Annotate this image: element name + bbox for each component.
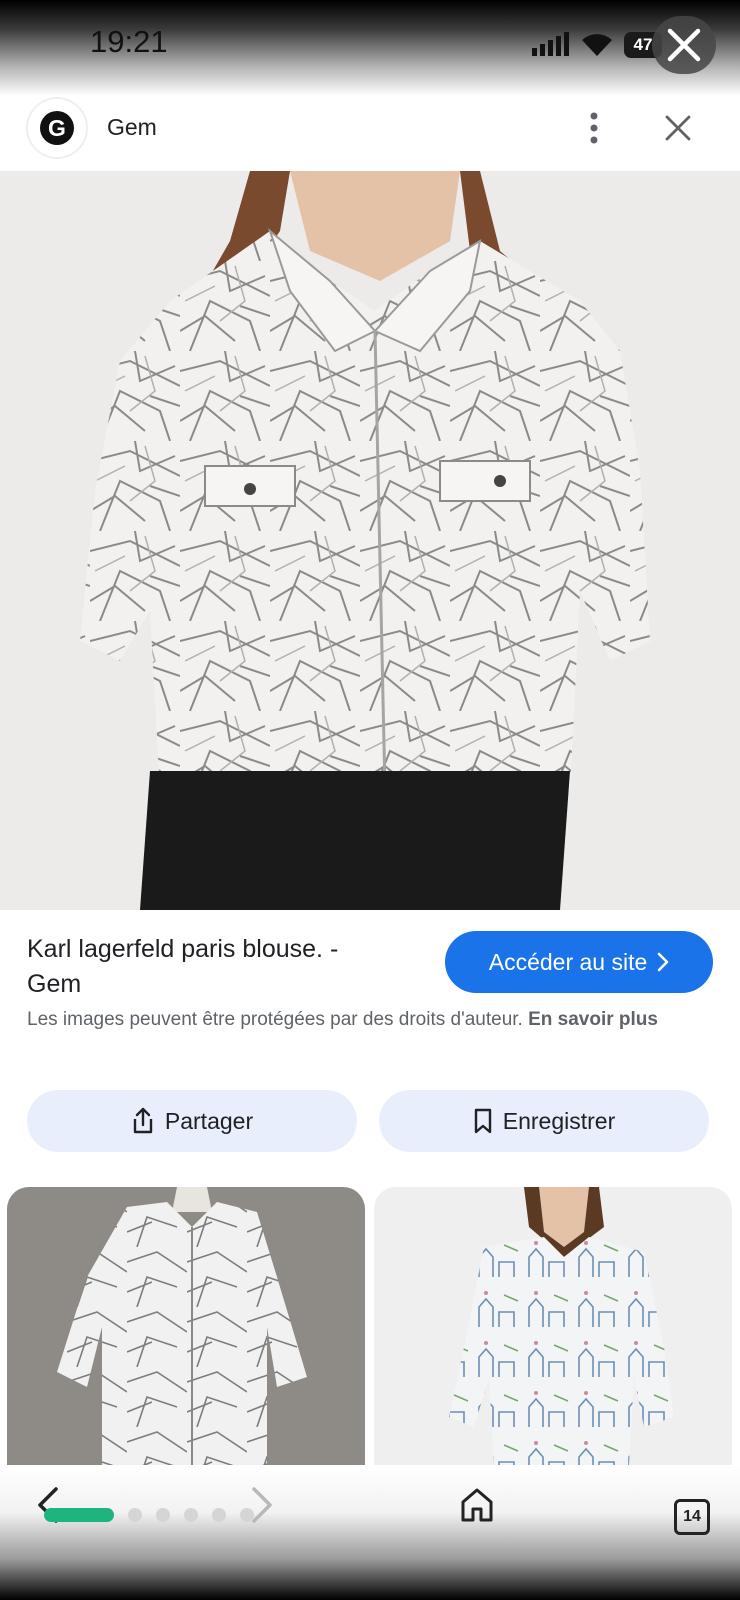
close-icon <box>665 115 691 141</box>
related-photo-1 <box>7 1187 365 1465</box>
close-icon <box>667 28 701 62</box>
result-title[interactable]: Karl lagerfeld paris blouse. - Gem <box>27 932 397 1002</box>
status-bar: 19:21 47 <box>0 0 740 96</box>
site-name[interactable]: Gem <box>107 114 157 141</box>
save-label: Enregistrer <box>502 1107 616 1134</box>
related-image-2[interactable] <box>374 1187 732 1465</box>
page-dot <box>128 1508 142 1522</box>
home-icon[interactable] <box>460 1487 494 1523</box>
site-logo-letter: G <box>40 111 74 145</box>
main-product-image[interactable] <box>0 171 740 910</box>
status-icons: 47 <box>530 28 662 62</box>
visit-site-button[interactable]: Accéder au site <box>445 931 713 993</box>
tabs-count-button[interactable]: 14 <box>674 1499 710 1535</box>
bottom-nav: 14 <box>0 1465 740 1600</box>
page-dot <box>212 1508 226 1522</box>
blouse-photo <box>0 171 740 910</box>
share-icon <box>133 1107 153 1134</box>
site-logo[interactable]: G <box>28 99 86 157</box>
status-time: 19:21 <box>90 24 168 59</box>
more-options-button[interactable] <box>574 106 614 150</box>
header: G Gem <box>0 96 740 170</box>
close-overlay-button[interactable] <box>652 16 716 74</box>
bookmark-icon <box>474 1108 491 1134</box>
share-button[interactable]: Partager <box>27 1090 357 1152</box>
page-indicator-active <box>44 1508 114 1522</box>
page-indicator <box>44 1508 254 1522</box>
page-dot <box>184 1508 198 1522</box>
signal-icon <box>532 32 569 56</box>
save-button[interactable]: Enregistrer <box>379 1090 709 1152</box>
more-vert-icon <box>590 112 598 144</box>
copyright-notice: Les images peuvent être protégées par de… <box>27 1006 717 1034</box>
chevron-right-icon <box>657 952 669 972</box>
related-image-1[interactable] <box>7 1187 365 1465</box>
forward-arrow-icon[interactable] <box>248 1485 276 1525</box>
page-dot <box>156 1508 170 1522</box>
related-photo-2 <box>374 1187 732 1465</box>
close-button[interactable] <box>658 108 698 148</box>
wifi-icon <box>582 34 612 56</box>
share-label: Partager <box>164 1107 254 1134</box>
visit-site-label: Accéder au site <box>488 948 648 975</box>
copyright-text: Les images peuvent être protégées par de… <box>27 1009 523 1030</box>
learn-more-link[interactable]: En savoir plus <box>528 1009 658 1030</box>
